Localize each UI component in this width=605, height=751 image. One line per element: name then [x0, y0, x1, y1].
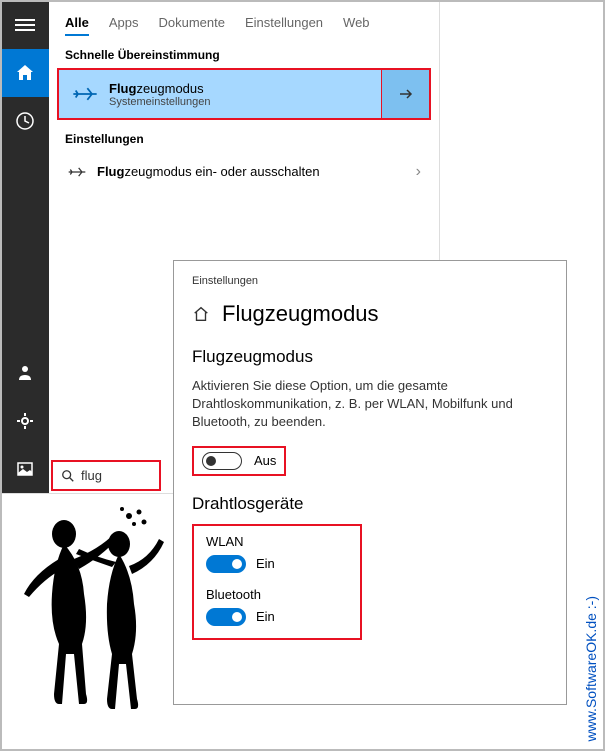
home-icon[interactable]: [192, 305, 210, 323]
settings-result-item[interactable]: Flugzeugmodus ein- oder ausschalten ›: [49, 152, 439, 192]
airplane-mode-heading: Flugzeugmodus: [192, 347, 548, 367]
sidebar-menu-button[interactable]: [1, 1, 49, 49]
arrow-right-icon: [398, 86, 414, 102]
sidebar-clock-button[interactable]: [1, 97, 49, 145]
decorative-silhouette: [4, 504, 174, 714]
settings-window-label: Einstellungen: [192, 275, 548, 287]
tab-apps[interactable]: Apps: [109, 11, 139, 36]
image-icon: [15, 459, 35, 479]
chevron-right-icon: ›: [416, 163, 421, 181]
best-match-subtitle: Systemeinstellungen: [109, 96, 369, 108]
airplane-mode-description: Aktivieren Sie diese Option, um die gesa…: [192, 377, 548, 432]
search-icon: [61, 469, 75, 483]
settings-window-title: Flugzeugmodus: [222, 301, 379, 327]
wireless-devices-heading: Drahtlosgeräte: [192, 494, 548, 514]
sidebar-settings-button[interactable]: [1, 397, 49, 445]
airplane-icon: [67, 162, 87, 182]
sidebar-home-button[interactable]: [1, 49, 49, 97]
bluetooth-label: Bluetooth: [206, 587, 348, 602]
person-icon: [15, 363, 35, 383]
wlan-toggle[interactable]: [206, 555, 246, 573]
settings-window: Einstellungen Flugzeugmodus Flugzeugmodu…: [173, 260, 567, 705]
best-match-item[interactable]: Flugzeugmodus Systemeinstellungen: [59, 70, 429, 118]
airplane-mode-toggle-label: Aus: [254, 453, 276, 468]
settings-result-title: Flugzeugmodus ein- oder ausschalten: [97, 164, 416, 181]
tab-documents[interactable]: Dokumente: [158, 11, 224, 36]
airplane-mode-toggle[interactable]: [202, 452, 242, 470]
tabs-bar: Alle Apps Dokumente Einstellungen Web: [49, 1, 439, 36]
hamburger-icon: [15, 15, 35, 35]
best-match-title: Flugzeugmodus: [109, 81, 369, 96]
sidebar-image-button[interactable]: [1, 445, 49, 493]
wlan-label: WLAN: [206, 534, 348, 549]
bluetooth-toggle[interactable]: [206, 608, 246, 626]
sidebar-person-button[interactable]: [1, 349, 49, 397]
settings-section-header: Einstellungen: [49, 120, 439, 152]
best-match-arrow-button[interactable]: [381, 70, 429, 118]
tab-settings[interactable]: Einstellungen: [245, 11, 323, 36]
clock-icon: [15, 111, 35, 131]
best-match-header: Schnelle Übereinstimmung: [49, 36, 439, 68]
home-icon: [15, 63, 35, 83]
airplane-icon: [71, 80, 99, 108]
gear-icon: [15, 411, 35, 431]
bluetooth-toggle-label: Ein: [256, 609, 275, 624]
tab-all[interactable]: Alle: [65, 11, 89, 36]
sidebar: [1, 1, 49, 493]
search-query: flug: [81, 468, 102, 483]
wlan-toggle-label: Ein: [256, 556, 275, 571]
tab-web[interactable]: Web: [343, 11, 370, 36]
watermark: www.SoftwareOK.de :-): [583, 596, 599, 742]
search-bar[interactable]: flug: [51, 460, 161, 491]
